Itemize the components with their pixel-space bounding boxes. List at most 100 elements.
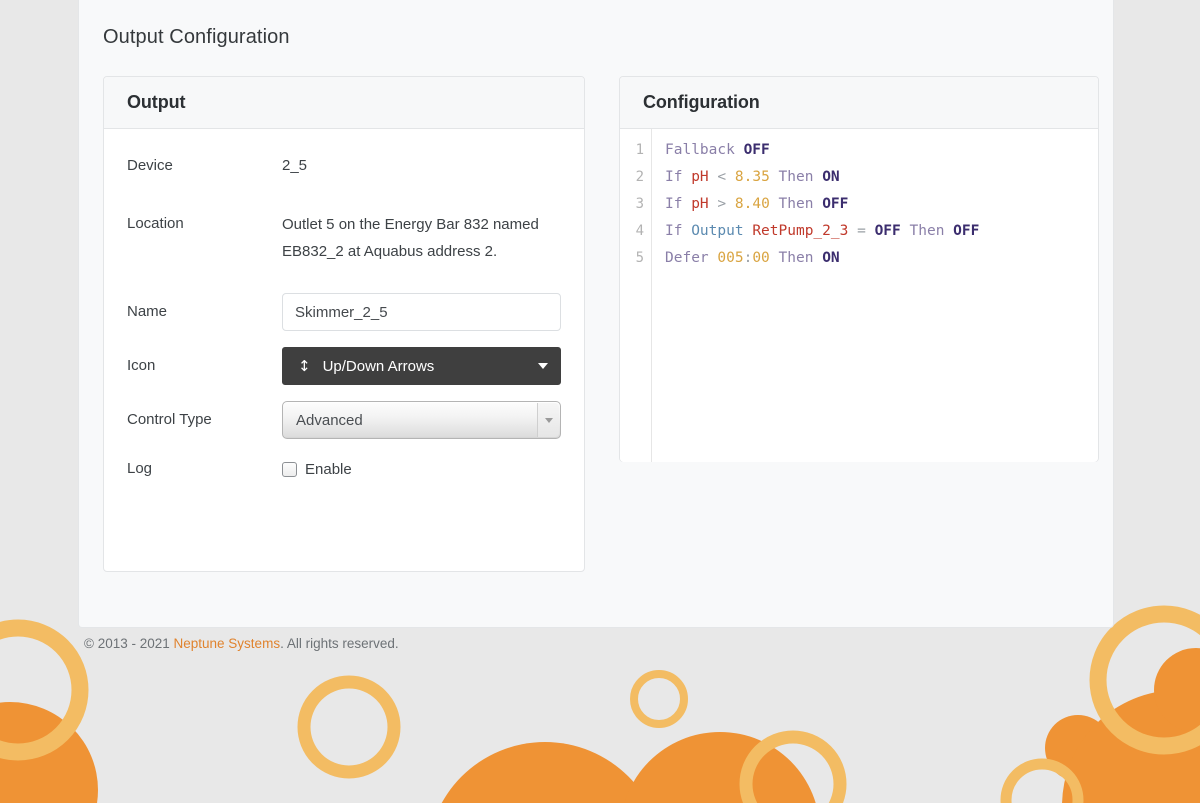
code-line: If Output RetPump_2_3 = OFF Then OFF bbox=[665, 218, 1098, 245]
code-line-number: 5 bbox=[635, 250, 644, 266]
code-token: OFF bbox=[743, 142, 770, 158]
code-token: 8.40 bbox=[734, 196, 770, 212]
code-gutter-lines: 1 2 3 4 5 bbox=[620, 129, 651, 272]
code-token: If bbox=[665, 223, 683, 239]
footer-copyright: © 2013 - 2021 Neptune Systems. All right… bbox=[84, 636, 399, 651]
code-token: Then bbox=[909, 223, 945, 239]
decorative-solid-circle bbox=[1045, 715, 1111, 781]
decorative-ring-circle bbox=[297, 675, 401, 779]
decorative-ring-circle bbox=[1000, 758, 1084, 803]
code-token: Output bbox=[691, 223, 744, 239]
code-token: Defer bbox=[665, 250, 709, 266]
code-line-number: 3 bbox=[635, 196, 644, 212]
icon-label: Icon bbox=[127, 357, 156, 374]
control-type-label: Control Type bbox=[127, 411, 212, 428]
code-token: If bbox=[665, 196, 683, 212]
code-line: Defer 005:00 Then ON bbox=[665, 245, 1098, 272]
configuration-panel-title: Configuration bbox=[643, 92, 760, 112]
log-enable-checkbox-wrap[interactable]: Enable bbox=[282, 461, 352, 478]
configuration-code-editor[interactable]: 12345 Fallback OFF If pH < 8.35 Then ON If… bbox=[620, 129, 1098, 462]
name-label: Name bbox=[127, 303, 168, 320]
device-row: Device 2_5 bbox=[127, 153, 561, 177]
code-token: OFF bbox=[822, 196, 849, 212]
decorative-ring-circle bbox=[739, 730, 847, 803]
code-token: > bbox=[717, 196, 727, 212]
log-row: Log Enable bbox=[127, 457, 561, 481]
code-content-lines: Fallback OFF If pH < 8.35 Then ON If pH > … bbox=[665, 129, 1098, 272]
log-label: Log bbox=[127, 460, 153, 477]
select-arrow-box bbox=[537, 403, 559, 437]
decorative-solid-circle bbox=[1062, 690, 1200, 803]
code-token: 005 bbox=[717, 250, 744, 266]
code-token: RetPump_2_3 bbox=[752, 223, 849, 239]
code-token: ON bbox=[822, 169, 840, 185]
output-panel: Output Device 2_5 Location Outlet 5 on t… bbox=[103, 76, 585, 572]
location-value: Outlet 5 on the Energy Bar 832 named EB8… bbox=[282, 216, 539, 260]
code-content[interactable]: Fallback OFF If pH < 8.35 Then ON If pH > … bbox=[653, 129, 1098, 272]
device-label: Device bbox=[127, 157, 173, 174]
control-type-value: Advanced bbox=[296, 411, 363, 429]
code-token: 8.35 bbox=[734, 169, 770, 185]
code-token: Fallback bbox=[665, 142, 735, 158]
configuration-panel: Configuration 12345 Fallback OFF If pH < … bbox=[619, 76, 1099, 462]
icon-dropdown[interactable]: ↕ Up/Down Arrows bbox=[282, 347, 561, 385]
code-token: Then bbox=[778, 250, 814, 266]
code-line-number: 4 bbox=[635, 223, 644, 239]
configuration-panel-header: Configuration bbox=[620, 77, 1098, 129]
decorative-solid-circle bbox=[1154, 648, 1200, 732]
up-down-arrows-icon: ↕ bbox=[298, 356, 311, 375]
app-container: Output Configuration Output Device 2_5 L… bbox=[78, 0, 1114, 628]
decorative-solid-circle bbox=[441, 742, 649, 803]
chevron-down-icon bbox=[544, 417, 553, 423]
control-type-row: Control Type Advanced bbox=[127, 401, 561, 439]
decorative-ring-circle bbox=[1089, 605, 1200, 755]
output-panel-title: Output bbox=[127, 92, 186, 112]
code-token: If bbox=[665, 169, 683, 185]
decorative-solid-circle bbox=[624, 732, 816, 803]
output-panel-header: Output bbox=[104, 77, 584, 129]
decorative-ring-circle bbox=[0, 619, 89, 761]
icon-row: Icon ↕ Up/Down Arrows bbox=[127, 347, 561, 385]
output-panel-body: Device 2_5 Location Outlet 5 on the Ener… bbox=[104, 129, 584, 481]
page-title: Output Configuration bbox=[103, 26, 290, 48]
icon-dropdown-label: Up/Down Arrows bbox=[322, 357, 435, 375]
name-input[interactable] bbox=[282, 293, 561, 331]
code-token: 00 bbox=[752, 250, 770, 266]
code-line: Fallback OFF bbox=[665, 137, 1098, 164]
code-line-number: 1 bbox=[635, 142, 644, 158]
code-token: pH bbox=[691, 196, 709, 212]
decorative-solid-circle bbox=[0, 702, 98, 803]
chevron-down-icon bbox=[538, 363, 548, 369]
code-token: Then bbox=[778, 169, 814, 185]
decorative-ring-circle bbox=[630, 670, 688, 728]
control-type-select[interactable]: Advanced bbox=[282, 401, 561, 439]
code-token: ON bbox=[822, 250, 840, 266]
log-enable-label: Enable bbox=[305, 460, 352, 478]
code-token: < bbox=[717, 169, 727, 185]
code-line: If pH > 8.40 Then OFF bbox=[665, 191, 1098, 218]
code-token: Then bbox=[778, 196, 814, 212]
code-gutter: 1 2 3 4 5 bbox=[620, 129, 652, 462]
location-row: Location Outlet 5 on the Energy Bar 832 … bbox=[127, 211, 561, 265]
name-row: Name bbox=[127, 293, 561, 331]
code-token: = bbox=[857, 223, 866, 239]
code-token: OFF bbox=[953, 223, 980, 239]
log-enable-checkbox[interactable] bbox=[282, 461, 297, 477]
code-token: pH bbox=[691, 169, 709, 185]
neptune-systems-link[interactable]: Neptune Systems bbox=[174, 636, 281, 651]
